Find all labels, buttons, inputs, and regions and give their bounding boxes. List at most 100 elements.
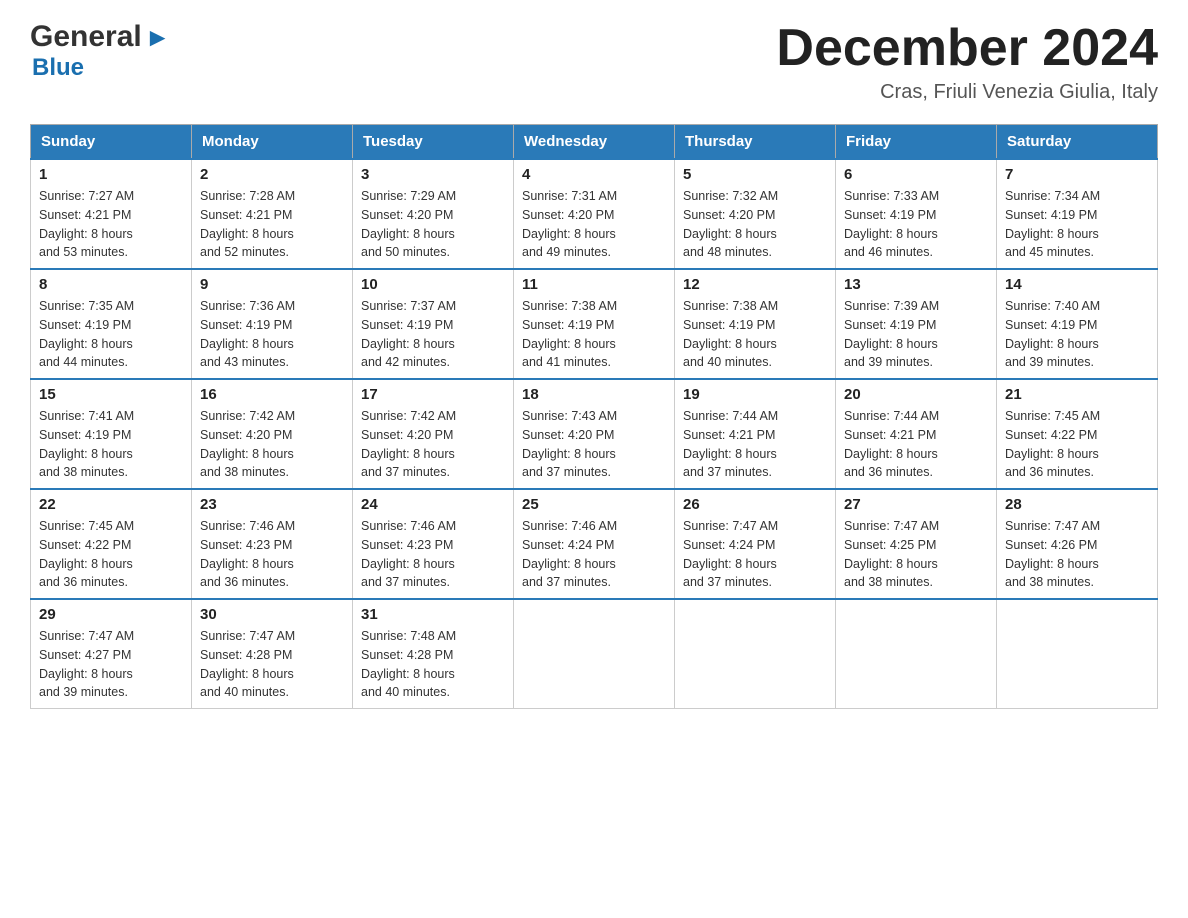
day-info: Sunrise: 7:46 AM Sunset: 4:24 PM Dayligh… xyxy=(522,517,666,592)
day-number: 2 xyxy=(200,166,344,183)
day-cell: 23 Sunrise: 7:46 AM Sunset: 4:23 PM Dayl… xyxy=(192,489,353,599)
day-info: Sunrise: 7:48 AM Sunset: 4:28 PM Dayligh… xyxy=(361,627,505,702)
day-cell: 5 Sunrise: 7:32 AM Sunset: 4:20 PM Dayli… xyxy=(675,159,836,269)
day-cell: 15 Sunrise: 7:41 AM Sunset: 4:19 PM Dayl… xyxy=(31,379,192,489)
weekday-header-thursday: Thursday xyxy=(675,125,836,160)
day-number: 9 xyxy=(200,276,344,293)
day-cell: 30 Sunrise: 7:47 AM Sunset: 4:28 PM Dayl… xyxy=(192,599,353,709)
day-cell: 8 Sunrise: 7:35 AM Sunset: 4:19 PM Dayli… xyxy=(31,269,192,379)
logo: General► Blue xyxy=(30,20,170,82)
weekday-header-saturday: Saturday xyxy=(997,125,1158,160)
day-number: 18 xyxy=(522,386,666,403)
day-cell: 11 Sunrise: 7:38 AM Sunset: 4:19 PM Dayl… xyxy=(514,269,675,379)
day-cell xyxy=(514,599,675,709)
day-number: 28 xyxy=(1005,496,1149,513)
day-info: Sunrise: 7:45 AM Sunset: 4:22 PM Dayligh… xyxy=(39,517,183,592)
day-number: 20 xyxy=(844,386,988,403)
day-info: Sunrise: 7:33 AM Sunset: 4:19 PM Dayligh… xyxy=(844,187,988,262)
week-row-5: 29 Sunrise: 7:47 AM Sunset: 4:27 PM Dayl… xyxy=(31,599,1158,709)
logo-blue-text: Blue xyxy=(32,54,170,82)
day-cell: 29 Sunrise: 7:47 AM Sunset: 4:27 PM Dayl… xyxy=(31,599,192,709)
day-number: 12 xyxy=(683,276,827,293)
day-number: 23 xyxy=(200,496,344,513)
day-cell: 1 Sunrise: 7:27 AM Sunset: 4:21 PM Dayli… xyxy=(31,159,192,269)
day-cell: 6 Sunrise: 7:33 AM Sunset: 4:19 PM Dayli… xyxy=(836,159,997,269)
day-cell: 7 Sunrise: 7:34 AM Sunset: 4:19 PM Dayli… xyxy=(997,159,1158,269)
weekday-header-wednesday: Wednesday xyxy=(514,125,675,160)
day-cell: 25 Sunrise: 7:46 AM Sunset: 4:24 PM Dayl… xyxy=(514,489,675,599)
day-cell: 24 Sunrise: 7:46 AM Sunset: 4:23 PM Dayl… xyxy=(353,489,514,599)
day-info: Sunrise: 7:36 AM Sunset: 4:19 PM Dayligh… xyxy=(200,297,344,372)
day-cell xyxy=(997,599,1158,709)
day-cell: 14 Sunrise: 7:40 AM Sunset: 4:19 PM Dayl… xyxy=(997,269,1158,379)
day-number: 7 xyxy=(1005,166,1149,183)
day-number: 31 xyxy=(361,606,505,623)
weekday-header-friday: Friday xyxy=(836,125,997,160)
day-info: Sunrise: 7:45 AM Sunset: 4:22 PM Dayligh… xyxy=(1005,407,1149,482)
week-row-3: 15 Sunrise: 7:41 AM Sunset: 4:19 PM Dayl… xyxy=(31,379,1158,489)
weekday-header-tuesday: Tuesday xyxy=(353,125,514,160)
day-number: 11 xyxy=(522,276,666,293)
day-cell: 20 Sunrise: 7:44 AM Sunset: 4:21 PM Dayl… xyxy=(836,379,997,489)
month-year-title: December 2024 xyxy=(776,20,1158,77)
day-number: 16 xyxy=(200,386,344,403)
day-cell: 28 Sunrise: 7:47 AM Sunset: 4:26 PM Dayl… xyxy=(997,489,1158,599)
logo-general-text: General xyxy=(30,20,142,54)
day-cell: 21 Sunrise: 7:45 AM Sunset: 4:22 PM Dayl… xyxy=(997,379,1158,489)
day-info: Sunrise: 7:43 AM Sunset: 4:20 PM Dayligh… xyxy=(522,407,666,482)
day-number: 1 xyxy=(39,166,183,183)
header: General► Blue December 2024 Cras, Friuli… xyxy=(30,20,1158,104)
day-cell: 4 Sunrise: 7:31 AM Sunset: 4:20 PM Dayli… xyxy=(514,159,675,269)
day-info: Sunrise: 7:38 AM Sunset: 4:19 PM Dayligh… xyxy=(522,297,666,372)
day-number: 17 xyxy=(361,386,505,403)
day-cell: 31 Sunrise: 7:48 AM Sunset: 4:28 PM Dayl… xyxy=(353,599,514,709)
day-info: Sunrise: 7:47 AM Sunset: 4:25 PM Dayligh… xyxy=(844,517,988,592)
day-cell: 22 Sunrise: 7:45 AM Sunset: 4:22 PM Dayl… xyxy=(31,489,192,599)
day-info: Sunrise: 7:42 AM Sunset: 4:20 PM Dayligh… xyxy=(361,407,505,482)
day-info: Sunrise: 7:40 AM Sunset: 4:19 PM Dayligh… xyxy=(1005,297,1149,372)
location-subtitle: Cras, Friuli Venezia Giulia, Italy xyxy=(776,81,1158,104)
day-cell: 3 Sunrise: 7:29 AM Sunset: 4:20 PM Dayli… xyxy=(353,159,514,269)
weekday-header-sunday: Sunday xyxy=(31,125,192,160)
day-info: Sunrise: 7:47 AM Sunset: 4:28 PM Dayligh… xyxy=(200,627,344,702)
day-info: Sunrise: 7:47 AM Sunset: 4:27 PM Dayligh… xyxy=(39,627,183,702)
logo-arrow-icon: ► xyxy=(145,24,171,50)
day-info: Sunrise: 7:47 AM Sunset: 4:26 PM Dayligh… xyxy=(1005,517,1149,592)
day-number: 10 xyxy=(361,276,505,293)
day-info: Sunrise: 7:34 AM Sunset: 4:19 PM Dayligh… xyxy=(1005,187,1149,262)
day-cell: 26 Sunrise: 7:47 AM Sunset: 4:24 PM Dayl… xyxy=(675,489,836,599)
day-cell: 9 Sunrise: 7:36 AM Sunset: 4:19 PM Dayli… xyxy=(192,269,353,379)
day-number: 4 xyxy=(522,166,666,183)
day-number: 6 xyxy=(844,166,988,183)
calendar-table: SundayMondayTuesdayWednesdayThursdayFrid… xyxy=(30,124,1158,709)
day-cell: 16 Sunrise: 7:42 AM Sunset: 4:20 PM Dayl… xyxy=(192,379,353,489)
day-cell xyxy=(836,599,997,709)
day-cell: 18 Sunrise: 7:43 AM Sunset: 4:20 PM Dayl… xyxy=(514,379,675,489)
day-number: 26 xyxy=(683,496,827,513)
day-cell: 17 Sunrise: 7:42 AM Sunset: 4:20 PM Dayl… xyxy=(353,379,514,489)
day-info: Sunrise: 7:31 AM Sunset: 4:20 PM Dayligh… xyxy=(522,187,666,262)
week-row-1: 1 Sunrise: 7:27 AM Sunset: 4:21 PM Dayli… xyxy=(31,159,1158,269)
day-cell: 19 Sunrise: 7:44 AM Sunset: 4:21 PM Dayl… xyxy=(675,379,836,489)
week-row-2: 8 Sunrise: 7:35 AM Sunset: 4:19 PM Dayli… xyxy=(31,269,1158,379)
week-row-4: 22 Sunrise: 7:45 AM Sunset: 4:22 PM Dayl… xyxy=(31,489,1158,599)
day-number: 29 xyxy=(39,606,183,623)
day-info: Sunrise: 7:47 AM Sunset: 4:24 PM Dayligh… xyxy=(683,517,827,592)
day-number: 25 xyxy=(522,496,666,513)
day-number: 24 xyxy=(361,496,505,513)
day-cell: 13 Sunrise: 7:39 AM Sunset: 4:19 PM Dayl… xyxy=(836,269,997,379)
weekday-header-row: SundayMondayTuesdayWednesdayThursdayFrid… xyxy=(31,125,1158,160)
day-info: Sunrise: 7:38 AM Sunset: 4:19 PM Dayligh… xyxy=(683,297,827,372)
day-info: Sunrise: 7:29 AM Sunset: 4:20 PM Dayligh… xyxy=(361,187,505,262)
day-cell: 10 Sunrise: 7:37 AM Sunset: 4:19 PM Dayl… xyxy=(353,269,514,379)
day-cell xyxy=(675,599,836,709)
day-number: 15 xyxy=(39,386,183,403)
day-info: Sunrise: 7:46 AM Sunset: 4:23 PM Dayligh… xyxy=(200,517,344,592)
day-info: Sunrise: 7:44 AM Sunset: 4:21 PM Dayligh… xyxy=(844,407,988,482)
day-number: 19 xyxy=(683,386,827,403)
day-cell: 2 Sunrise: 7:28 AM Sunset: 4:21 PM Dayli… xyxy=(192,159,353,269)
day-info: Sunrise: 7:41 AM Sunset: 4:19 PM Dayligh… xyxy=(39,407,183,482)
day-info: Sunrise: 7:35 AM Sunset: 4:19 PM Dayligh… xyxy=(39,297,183,372)
day-number: 22 xyxy=(39,496,183,513)
day-info: Sunrise: 7:39 AM Sunset: 4:19 PM Dayligh… xyxy=(844,297,988,372)
